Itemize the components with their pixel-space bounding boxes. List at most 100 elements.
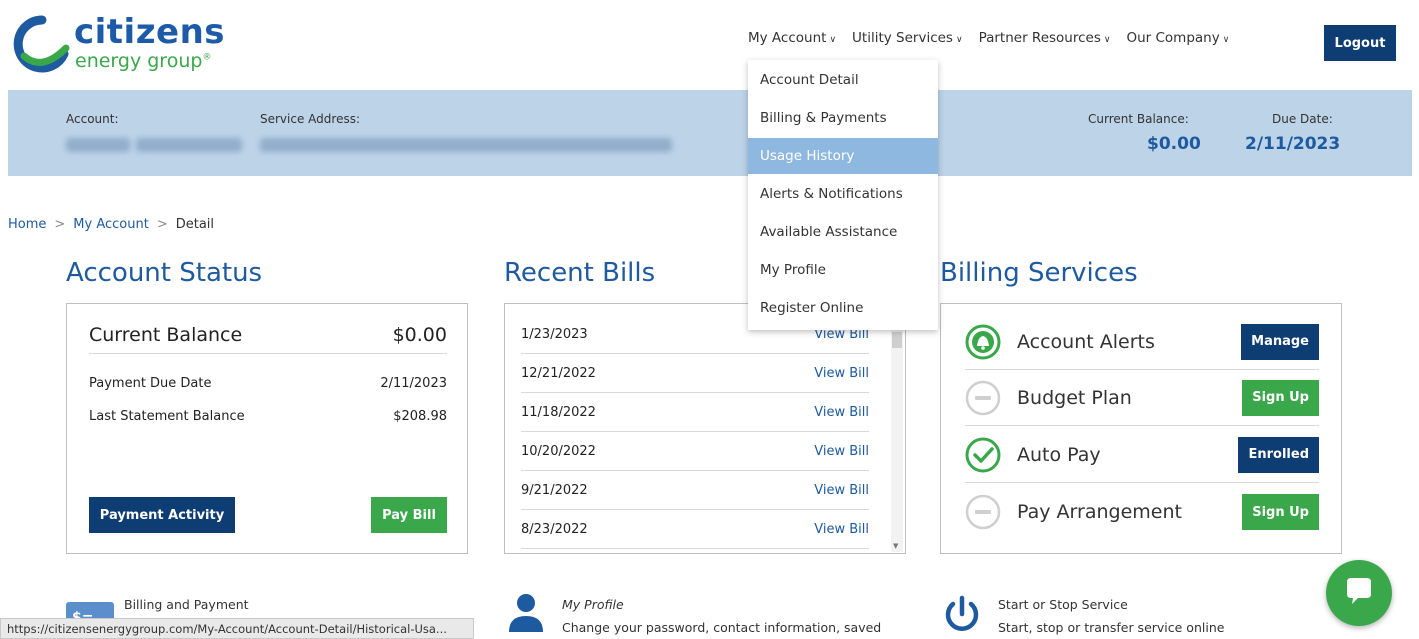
- chat-bubble-icon: [1347, 578, 1371, 604]
- menu-item-usage-history[interactable]: Usage History: [748, 138, 938, 174]
- view-bill-link[interactable]: View Bill: [814, 405, 869, 420]
- billing-services-title: Billing Services: [940, 258, 1138, 288]
- power-icon: [945, 595, 979, 631]
- bill-date: 11/18/2022: [521, 404, 596, 420]
- chevron-down-icon: ∨: [1103, 35, 1111, 45]
- billing-payment-heading[interactable]: Billing and Payment: [124, 597, 249, 612]
- nav-our-company[interactable]: Our Company ∨: [1126, 30, 1229, 46]
- account-label: Account:: [66, 112, 119, 126]
- breadcrumb-current: Detail: [175, 217, 215, 232]
- start-stop-description: Start, stop or transfer service online: [998, 620, 1225, 635]
- enrolled-button[interactable]: Enrolled: [1238, 436, 1319, 473]
- my-profile-heading[interactable]: My Profile: [562, 597, 624, 612]
- menu-item-account-detail[interactable]: Account Detail: [748, 62, 938, 98]
- my-account-dropdown: Account Detail Billing & Payments Usage …: [748, 60, 938, 330]
- logo-sub: energy group®: [75, 50, 212, 72]
- current-balance-label: Current Balance:: [1088, 112, 1189, 126]
- menu-item-billing-payments[interactable]: Billing & Payments: [748, 100, 938, 136]
- breadcrumb: Home > My Account > Detail: [8, 217, 214, 232]
- current-balance-value: $0.00: [392, 324, 447, 346]
- service-label: Pay Arrangement: [1017, 501, 1182, 523]
- account-status-card: Current Balance $0.00 Payment Due Date 2…: [66, 303, 468, 554]
- bill-row: 9/21/2022 View Bill: [521, 471, 869, 510]
- browser-status-url: https://citizensenergygroup.com/My-Accou…: [0, 618, 474, 639]
- view-bill-link[interactable]: View Bill: [814, 366, 869, 381]
- my-profile-description: Change your password, contact informatio…: [562, 620, 882, 635]
- chevron-down-icon: ∨: [1222, 35, 1230, 45]
- bill-row: 11/18/2022 View Bill: [521, 393, 869, 432]
- nav-partner-resources[interactable]: Partner Resources ∨: [979, 30, 1111, 46]
- payment-due-label: Payment Due Date: [89, 376, 212, 391]
- scroll-down-arrow-icon[interactable]: ▼: [893, 542, 898, 550]
- service-label: Account Alerts: [1017, 330, 1155, 353]
- breadcrumb-my-account[interactable]: My Account: [73, 217, 149, 232]
- check-circle-icon: [965, 437, 1001, 472]
- sign-up-button[interactable]: Sign Up: [1242, 379, 1319, 416]
- service-address-label: Service Address:: [260, 112, 360, 126]
- menu-item-alerts-notifications[interactable]: Alerts & Notifications: [748, 176, 938, 212]
- bill-row: 12/21/2022 View Bill: [521, 354, 869, 393]
- bill-date: 9/21/2022: [521, 482, 588, 498]
- blurred-account-number: [136, 138, 242, 152]
- bill-date: 1/23/2023: [521, 326, 588, 342]
- current-balance-value: $0.00: [1147, 134, 1201, 154]
- logout-button[interactable]: Logout: [1324, 25, 1396, 61]
- account-status-title: Account Status: [66, 258, 263, 288]
- blurred-service-address: [260, 138, 672, 152]
- logo-name: citizens: [74, 12, 226, 52]
- breadcrumb-home[interactable]: Home: [8, 217, 46, 232]
- due-date-value: 2/11/2023: [1245, 134, 1341, 154]
- last-statement-label: Last Statement Balance: [89, 409, 245, 424]
- start-stop-heading[interactable]: Start or Stop Service: [998, 597, 1128, 612]
- service-row-auto-pay: Auto Pay Enrolled: [965, 427, 1319, 483]
- billing-services-card: Account Alerts Manage Budget Plan Sign U…: [940, 303, 1342, 554]
- chevron-down-icon: ∨: [955, 35, 963, 45]
- citizens-logo[interactable]: citizens energy group®: [12, 12, 252, 74]
- last-statement-row: Last Statement Balance $208.98: [89, 409, 447, 424]
- view-bill-link[interactable]: View Bill: [814, 522, 869, 537]
- minus-circle-icon: [965, 494, 1001, 530]
- pay-bill-button[interactable]: Pay Bill: [371, 497, 447, 533]
- service-row-account-alerts: Account Alerts Manage: [965, 314, 1319, 370]
- view-bill-link[interactable]: View Bill: [814, 444, 869, 459]
- bill-date: 10/20/2022: [521, 443, 596, 459]
- last-statement-value: $208.98: [393, 409, 447, 424]
- due-date-label: Due Date:: [1272, 112, 1333, 126]
- blurred-account-name: [66, 138, 130, 152]
- payment-due-value: 2/11/2023: [380, 376, 447, 391]
- scroll-thumb[interactable]: [892, 332, 902, 348]
- bill-row: 8/23/2022 View Bill: [521, 510, 869, 549]
- payment-due-row: Payment Due Date 2/11/2023: [89, 376, 447, 391]
- breadcrumb-separator: >: [156, 217, 168, 232]
- menu-item-available-assistance[interactable]: Available Assistance: [748, 214, 938, 250]
- chat-button[interactable]: [1326, 560, 1392, 626]
- service-label: Auto Pay: [1017, 443, 1101, 466]
- service-row-budget-plan: Budget Plan Sign Up: [965, 370, 1319, 426]
- nav-my-account[interactable]: My Account ∨: [748, 30, 836, 46]
- recent-bills-card: 1/23/2023 View Bill 12/21/2022 View Bill…: [504, 303, 906, 554]
- manage-button[interactable]: Manage: [1241, 323, 1319, 360]
- top-navigation: My Account ∨ Utility Services ∨ Partner Re…: [748, 30, 1229, 46]
- service-label: Budget Plan: [1017, 386, 1132, 409]
- profile-icon: [509, 594, 543, 632]
- current-balance-row: Current Balance $0.00: [89, 324, 447, 354]
- account-bar: Account: Service Address: Current Balanc…: [8, 90, 1412, 176]
- menu-item-register-online[interactable]: Register Online: [748, 290, 938, 326]
- nav-utility-services[interactable]: Utility Services ∨: [852, 30, 963, 46]
- chevron-down-icon: ∨: [829, 35, 837, 45]
- bell-icon: [965, 324, 1001, 359]
- current-balance-label: Current Balance: [89, 324, 243, 346]
- logo-swoosh-icon: [13, 15, 70, 73]
- bills-scrollbar[interactable]: ▼: [891, 324, 903, 552]
- sign-up-button[interactable]: Sign Up: [1242, 494, 1319, 530]
- recent-bills-title: Recent Bills: [504, 258, 656, 288]
- view-bill-link[interactable]: View Bill: [814, 483, 869, 498]
- bill-date: 8/23/2022: [521, 521, 588, 537]
- payment-activity-button[interactable]: Payment Activity: [89, 497, 235, 533]
- breadcrumb-separator: >: [54, 217, 66, 232]
- menu-item-my-profile[interactable]: My Profile: [748, 252, 938, 288]
- bill-date: 12/21/2022: [521, 365, 596, 381]
- bill-row: 10/20/2022 View Bill: [521, 432, 869, 471]
- service-row-pay-arrangement: Pay Arrangement Sign Up: [965, 484, 1319, 540]
- minus-circle-icon: [965, 380, 1001, 415]
